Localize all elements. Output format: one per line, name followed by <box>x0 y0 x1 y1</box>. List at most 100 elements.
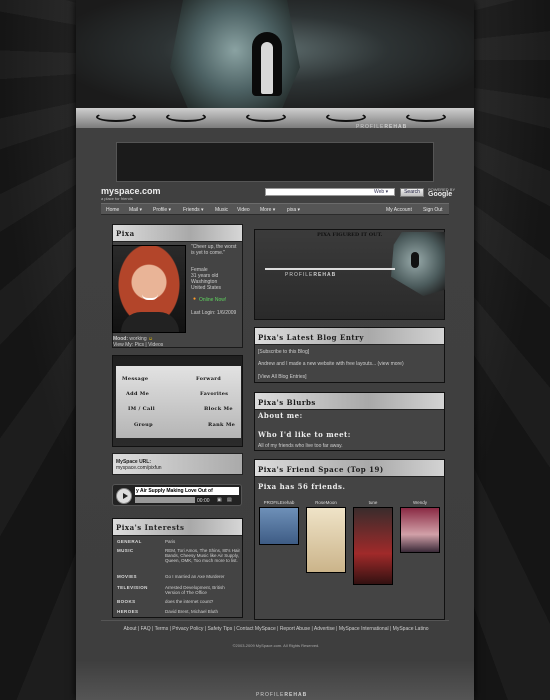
interest-value: Arrested Development, British Version of… <box>165 585 225 595</box>
interest-value: David Brent, Michael Bluth <box>165 609 219 614</box>
nav-friends[interactable]: Friends ▾ <box>183 207 204 213</box>
friend-name[interactable]: tune <box>353 500 393 505</box>
interest-value: does the internet count? <box>165 599 214 604</box>
interest-value: Paris <box>165 539 176 544</box>
song-title: y Air Supply Making Love Out of <box>135 487 239 495</box>
swirl-ornament <box>326 112 366 122</box>
interest-label: GENERAL <box>117 539 142 544</box>
like-to-meet-text: All of my friends who live too far away. <box>258 443 343 449</box>
copyright: ©2003-2009 MySpace.com. All Rights Reser… <box>232 643 320 648</box>
nav-bar: Home Mail ▾ Profile ▾ Friends ▾ Music Vi… <box>101 203 449 215</box>
interest-value: REM, Tori Amos, The Shins, 80's Hair Ban… <box>165 548 240 563</box>
contact-box: Message Forward Add Me Favorites IM / Ca… <box>112 355 243 447</box>
friend-name[interactable]: PROFILErehab <box>259 500 299 505</box>
nav-video[interactable]: Video <box>237 207 250 213</box>
forward-button[interactable]: Forward <box>196 376 221 382</box>
im-call-button[interactable]: IM / Call <box>128 406 155 412</box>
powered-by-google: POWERED BY Google <box>428 187 456 198</box>
keyhole-banner-image <box>391 232 445 296</box>
interest-label: BOOKS <box>117 599 136 604</box>
view-my-links[interactable]: View My: Pics | Videos <box>113 342 163 348</box>
profile-country: United States <box>191 285 222 291</box>
friend-photo[interactable] <box>306 507 346 573</box>
myspace-logo-text: myspace.com <box>101 186 161 196</box>
view-all-blog-link[interactable]: [View All Blog Entries] <box>258 374 307 380</box>
ad-banner[interactable] <box>116 142 434 182</box>
photo-smile <box>142 294 158 300</box>
nav-user[interactable]: pixa ▾ <box>287 207 300 213</box>
friend-space-header: Pixa's Friend Space (Top 19) <box>255 460 444 477</box>
music-player: y Air Supply Making Love Out of 00:00 ▣ … <box>112 484 242 506</box>
add-friend-button[interactable]: Add Me <box>126 391 149 397</box>
myspace-tagline: a place for friends <box>101 196 133 201</box>
subscribe-link[interactable]: [Subscribe to this Blog] <box>258 349 309 355</box>
blog-section: Pixa's Latest Blog Entry [Subscribe to t… <box>254 327 445 383</box>
friend-name[interactable]: Wendy <box>400 500 440 505</box>
profile-rehab-logo: PROFILEREHAB <box>356 124 408 130</box>
myspace-url-box: MySpace URL: myspace.com/pixfun <box>112 453 243 475</box>
add-to-group-button[interactable]: Group <box>134 422 153 428</box>
nav-profile[interactable]: Profile ▾ <box>153 207 171 213</box>
contact-panel: Message Forward Add Me Favorites IM / Ca… <box>116 366 241 438</box>
nav-music[interactable]: Music <box>215 207 228 213</box>
block-button[interactable]: Block Me <box>204 406 233 412</box>
nav-home[interactable]: Home <box>106 207 119 213</box>
profile-photo[interactable] <box>112 245 186 333</box>
interest-label: HEROES <box>117 609 139 614</box>
favorites-button[interactable]: Favorites <box>200 391 228 397</box>
friend-photo[interactable] <box>400 507 440 553</box>
last-login: Last Login: 1/6/2009 <box>191 310 237 316</box>
friend-count: Pixa has 56 friends. <box>258 482 346 491</box>
swirl-ornament <box>96 112 136 122</box>
swirl-ornament <box>406 112 446 122</box>
friend-photo[interactable] <box>353 507 393 585</box>
online-status: Online Now! <box>199 297 227 303</box>
interest-label: MOVIES <box>117 574 137 579</box>
ornament-band <box>76 108 474 128</box>
interests-header: Pixa's Interests <box>113 519 242 536</box>
footer-profile-rehab-logo: PROFILEREHAB <box>256 692 308 698</box>
interest-label: MUSIC <box>117 548 134 553</box>
search-button[interactable]: Search <box>400 188 424 197</box>
online-icon: ● <box>193 296 197 302</box>
nav-more[interactable]: More ▾ <box>260 207 275 213</box>
photo-shirt <box>121 312 179 332</box>
interests-box: Pixa's Interests GENERAL Paris MUSIC REM… <box>112 518 243 618</box>
search-scope-select[interactable]: Web ▾ <box>374 189 388 195</box>
friend-name[interactable]: RoseMoon <box>306 500 346 505</box>
blog-title: Pixa's Latest Blog Entry <box>258 333 364 342</box>
interest-label: TELEVISION <box>117 585 148 590</box>
myspace-logo[interactable]: myspace.com a place for friends <box>101 186 161 201</box>
playlist-icon[interactable]: ▣ <box>217 497 222 503</box>
profile-box-header: Pixa <box>113 225 242 242</box>
profile-quote: "Cheer up, the worst is yet to come." <box>191 244 237 256</box>
blurbs-title: Pixa's Blurbs <box>258 398 316 407</box>
volume-slider[interactable] <box>135 497 195 503</box>
blog-header: Pixa's Latest Blog Entry <box>255 328 444 345</box>
interests-title: Pixa's Interests <box>116 523 185 532</box>
blog-entry-link[interactable]: Andrew and I made a new website with fre… <box>258 361 404 367</box>
banner-ribbon <box>265 268 395 270</box>
friend-photo[interactable] <box>259 507 299 545</box>
banner-text: PIXA FIGURED IT OUT. <box>317 232 383 238</box>
url-value[interactable]: myspace.com/pixfun <box>116 465 162 471</box>
sign-out-link[interactable]: Sign Out <box>423 207 442 213</box>
nav-mail[interactable]: Mail ▾ <box>129 207 142 213</box>
banner-profile-rehab-logo: PROFILEREHAB <box>285 272 337 278</box>
profile-name: Pixa <box>116 229 135 238</box>
player-time: 00:00 <box>197 498 210 504</box>
interest-value: Go I married an Axe Murderer <box>165 574 225 579</box>
blurbs-header: Pixa's Blurbs <box>255 393 444 410</box>
popout-icon[interactable]: ▤ <box>227 497 232 503</box>
footer-divider <box>101 620 449 621</box>
footer-links[interactable]: About | FAQ | Terms | Privacy Policy | S… <box>101 626 451 632</box>
about-me-heading: About me: <box>258 411 303 420</box>
rank-button[interactable]: Rank Me <box>208 422 235 428</box>
send-message-button[interactable]: Message <box>122 376 148 382</box>
keyhole-image <box>252 32 282 96</box>
like-to-meet-heading: Who I'd like to meet: <box>258 430 351 439</box>
my-account-link[interactable]: My Account <box>386 207 412 213</box>
play-icon[interactable] <box>116 488 132 504</box>
blurbs-section: Pixa's Blurbs About me: Who I'd like to … <box>254 392 445 451</box>
swirl-ornament <box>246 112 286 122</box>
